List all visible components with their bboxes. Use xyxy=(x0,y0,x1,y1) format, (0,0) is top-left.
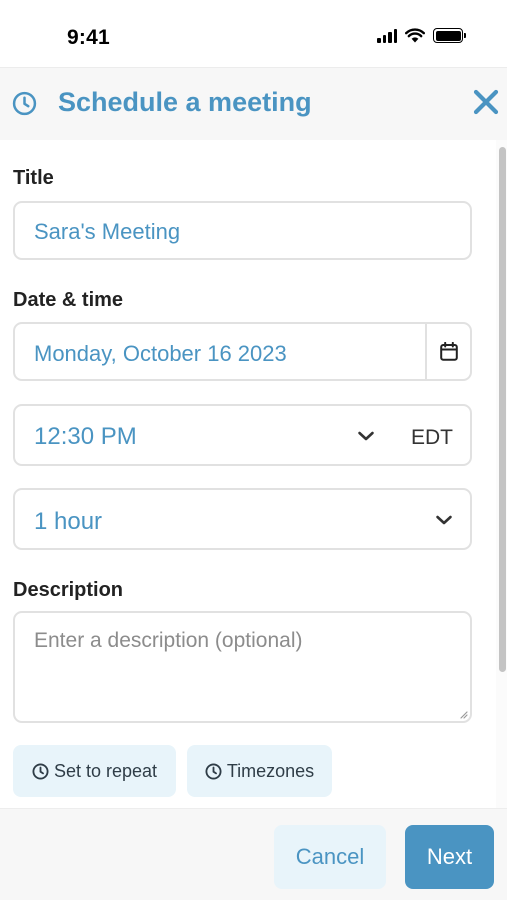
timezone-label: EDT xyxy=(411,426,453,449)
close-icon[interactable] xyxy=(470,86,502,118)
datetime-label: Date & time xyxy=(13,289,124,311)
title-label: Title xyxy=(13,167,54,189)
cellular-signal-icon xyxy=(377,28,397,43)
description-textarea[interactable]: Enter a description (optional) xyxy=(13,611,472,723)
timezones-label: Timezones xyxy=(226,760,315,781)
description-label: Description xyxy=(13,579,124,601)
clock-icon xyxy=(12,91,37,116)
scrollbar-thumb[interactable] xyxy=(499,147,506,672)
cancel-button[interactable]: Cancel xyxy=(274,825,386,889)
wifi-icon xyxy=(405,28,425,43)
modal-header: Schedule a meeting xyxy=(0,68,507,140)
status-time: 9:41 xyxy=(67,26,110,49)
next-button[interactable]: Next xyxy=(405,825,494,889)
timezones-button[interactable]: Timezones xyxy=(187,745,332,797)
chevron-down-icon xyxy=(358,431,374,441)
battery-icon xyxy=(433,28,466,43)
clock-icon xyxy=(32,762,49,780)
chevron-down-icon xyxy=(436,515,452,525)
clock-icon xyxy=(205,762,222,780)
resize-grip-icon[interactable] xyxy=(459,710,468,719)
set-to-repeat-label: Set to repeat xyxy=(53,760,158,781)
duration-select-value: 1 hour xyxy=(34,508,103,535)
calendar-icon xyxy=(440,342,458,361)
duration-select[interactable]: 1 hour xyxy=(13,488,472,550)
description-placeholder: Enter a description (optional) xyxy=(34,629,303,652)
time-select-value: 12:30 PM xyxy=(34,423,137,450)
status-bar: 9:41 xyxy=(0,0,507,68)
title-input[interactable]: Sara's Meeting xyxy=(13,201,472,260)
date-input[interactable]: Monday, October 16 2023 xyxy=(13,322,472,381)
page-title: Schedule a meeting xyxy=(58,87,312,117)
title-input-value: Sara's Meeting xyxy=(34,219,181,244)
time-select[interactable]: 12:30 PM EDT xyxy=(13,404,472,466)
date-input-value: Monday, October 16 2023 xyxy=(34,341,287,366)
modal-footer: Cancel Next xyxy=(0,808,507,900)
status-icons xyxy=(377,28,466,43)
set-to-repeat-button[interactable]: Set to repeat xyxy=(13,745,176,797)
calendar-button[interactable] xyxy=(427,324,470,379)
